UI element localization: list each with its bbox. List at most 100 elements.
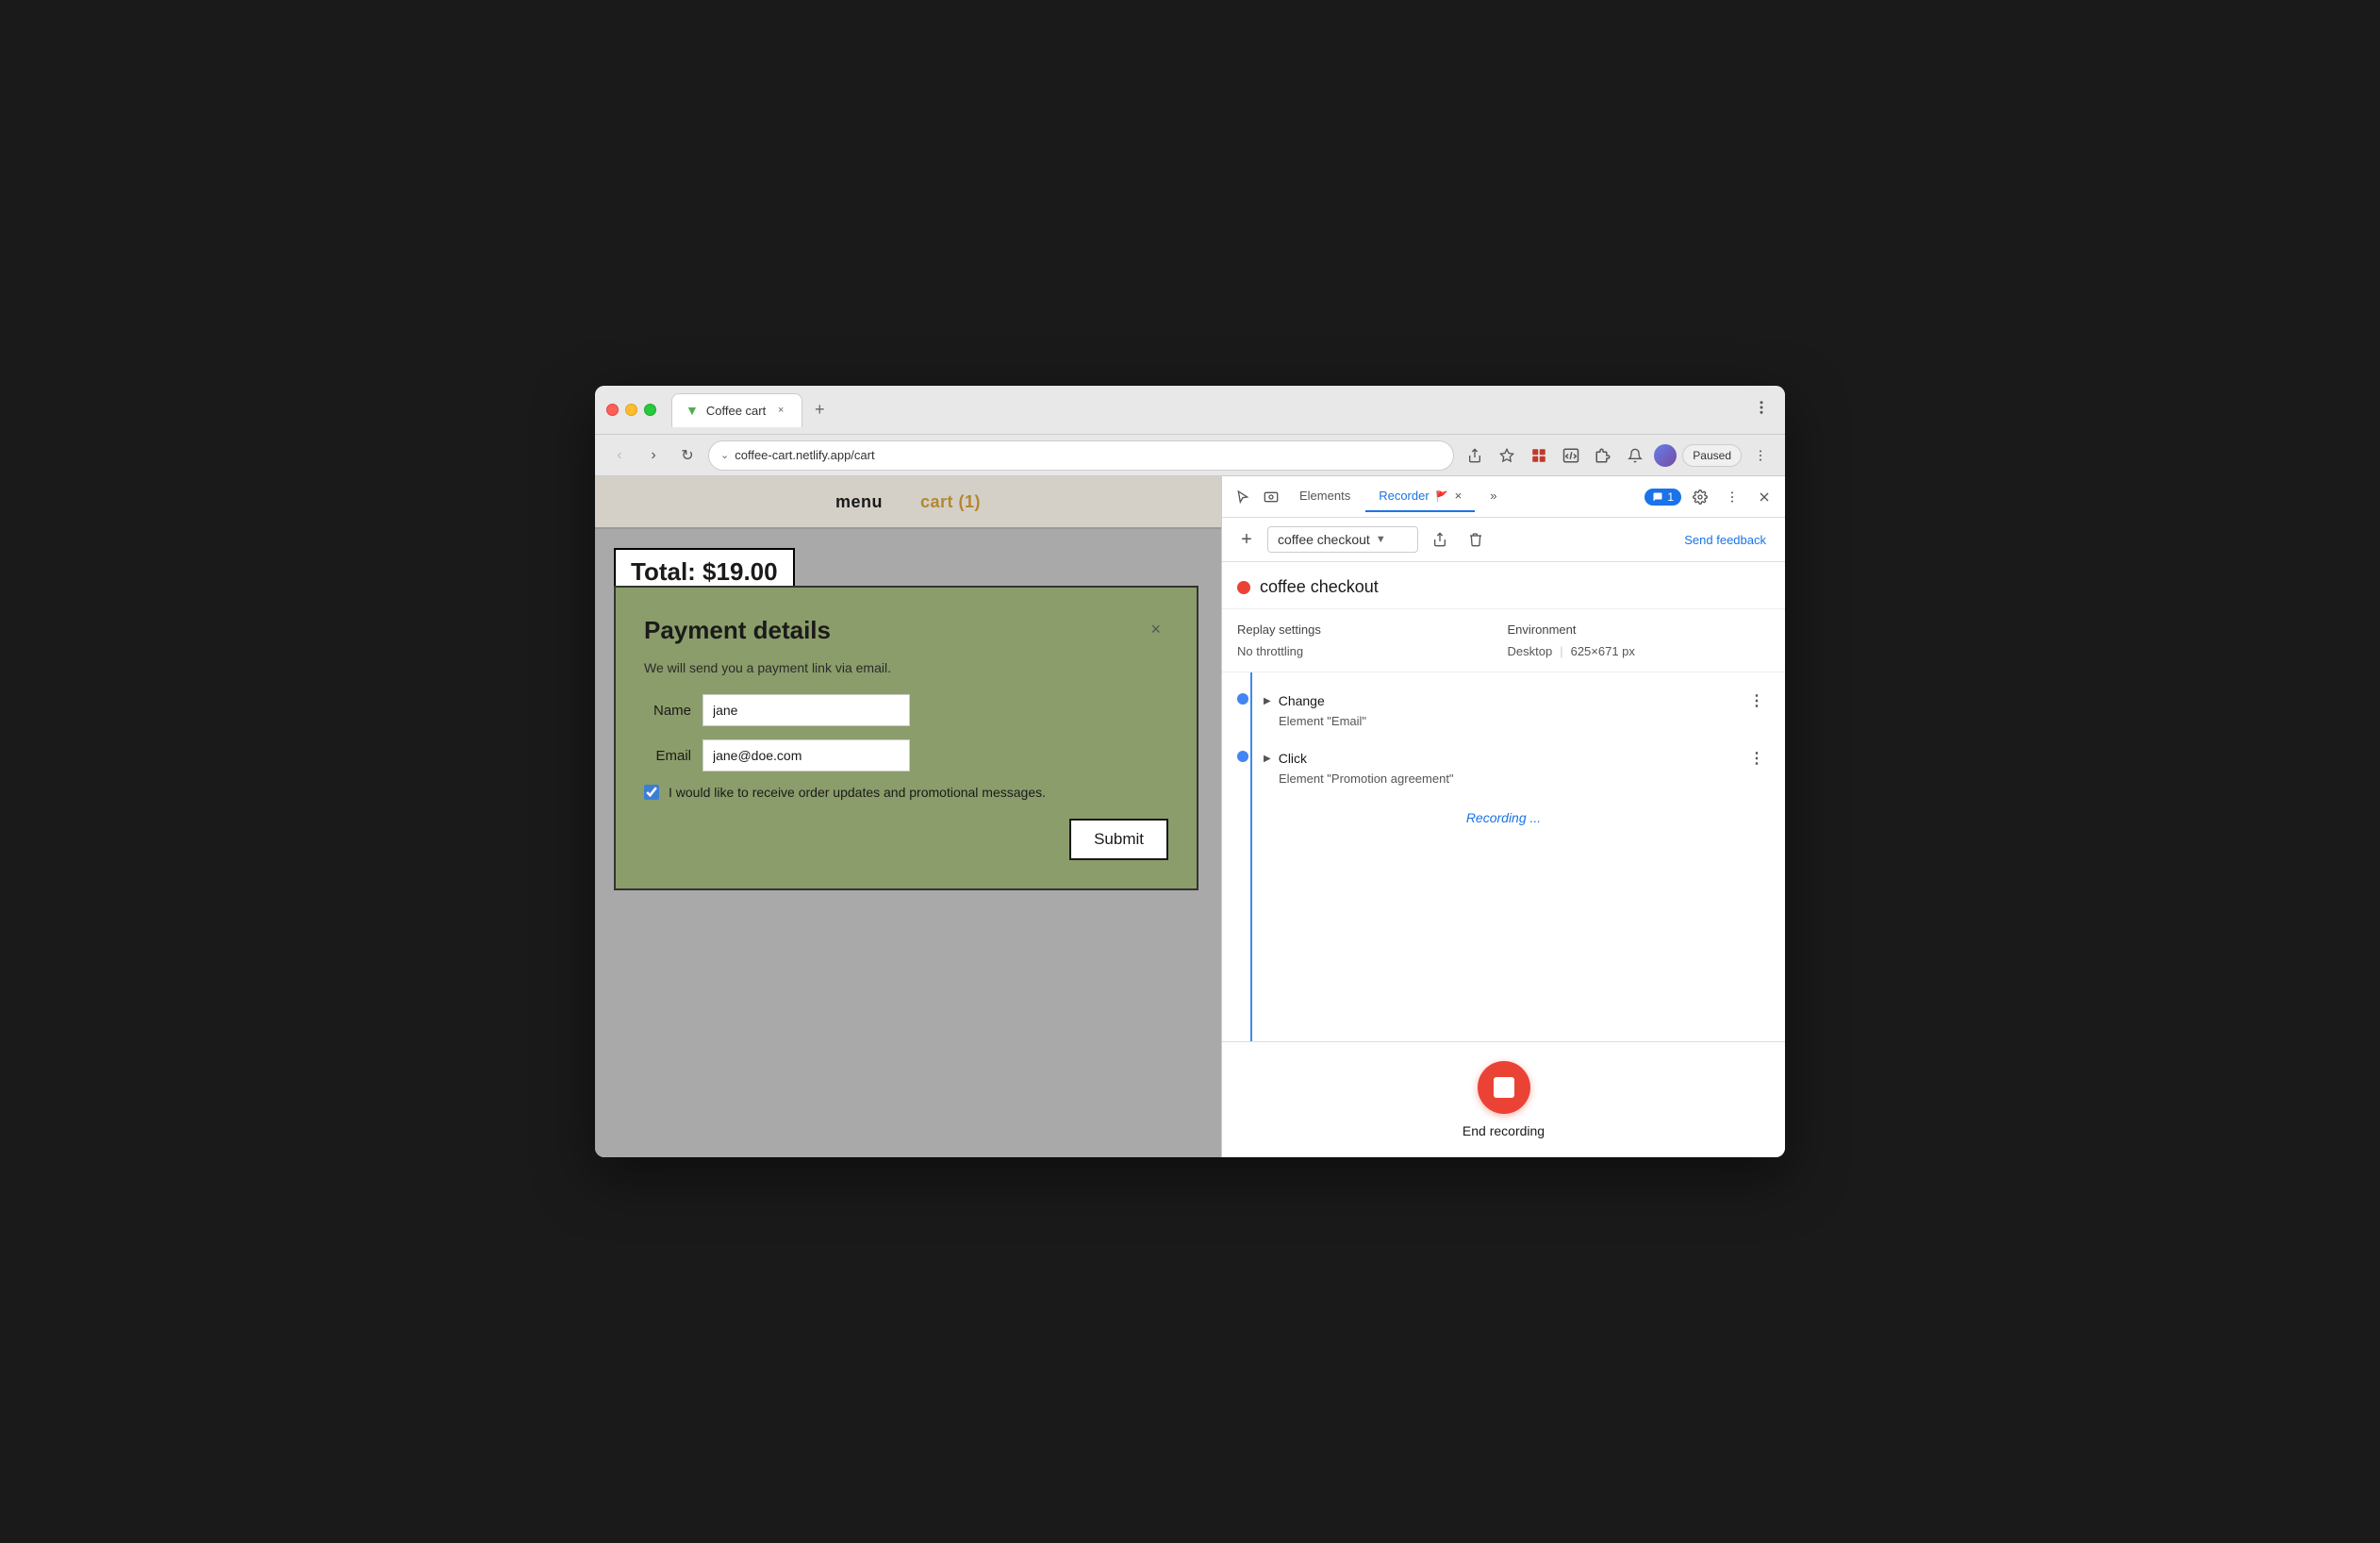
recorder-close-icon[interactable]: × bbox=[1455, 489, 1463, 503]
step-action-click: Click bbox=[1279, 751, 1307, 766]
step-menu-change[interactable]: ⋮ bbox=[1744, 689, 1770, 712]
maximize-window-button[interactable] bbox=[644, 404, 656, 416]
step-description-change: Element "Email" bbox=[1279, 714, 1770, 728]
active-tab[interactable]: ▼ Coffee cart × bbox=[671, 393, 802, 427]
bookmark-icon[interactable] bbox=[1494, 442, 1520, 469]
tab-close-button[interactable]: × bbox=[773, 403, 788, 418]
throttle-value[interactable]: No throttling bbox=[1237, 644, 1500, 658]
submit-button[interactable]: Submit bbox=[1069, 819, 1168, 860]
minimize-window-button[interactable] bbox=[625, 404, 637, 416]
export-recording-button[interactable] bbox=[1426, 525, 1454, 554]
end-recording-label: End recording bbox=[1463, 1123, 1545, 1138]
browser-menu-icon[interactable] bbox=[1747, 442, 1774, 469]
step-expand-change[interactable]: ▶ bbox=[1264, 696, 1271, 706]
extension-icon[interactable] bbox=[1526, 442, 1552, 469]
modal-subtitle: We will send you a payment link via emai… bbox=[644, 660, 1168, 675]
environment-value: Desktop | 625×671 px bbox=[1508, 644, 1771, 658]
browser-window: ▼ Coffee cart × + ‹ › ↻ ⌄ coffee-cart.ne… bbox=[595, 386, 1785, 1157]
recording-status-dot bbox=[1237, 581, 1250, 594]
modal-title: Payment details bbox=[644, 616, 831, 645]
step-menu-click[interactable]: ⋮ bbox=[1744, 747, 1770, 770]
tab-elements[interactable]: Elements bbox=[1286, 481, 1364, 512]
chat-count: 1 bbox=[1667, 490, 1674, 504]
menu-nav-link[interactable]: menu bbox=[835, 492, 883, 512]
environment-label: Environment bbox=[1508, 622, 1771, 637]
name-input[interactable] bbox=[702, 694, 910, 726]
nav-bar: ‹ › ↻ ⌄ coffee-cart.netlify.app/cart bbox=[595, 435, 1785, 476]
cart-nav-link[interactable]: cart (1) bbox=[920, 492, 981, 512]
replay-settings-label: Replay settings bbox=[1237, 622, 1500, 637]
step-content-change: ▶ Change ⋮ Element "Email" bbox=[1264, 689, 1770, 728]
extensions-puzzle-icon[interactable] bbox=[1590, 442, 1616, 469]
paused-label: Paused bbox=[1693, 449, 1731, 462]
browser-settings-icon[interactable] bbox=[1749, 395, 1774, 424]
tab-more[interactable]: » bbox=[1477, 481, 1510, 512]
tab-title: Coffee cart bbox=[706, 404, 766, 418]
step-header-click: ▶ Click ⋮ bbox=[1264, 747, 1770, 770]
recorder-toolbar: + coffee checkout ▼ Send feedback bbox=[1222, 518, 1785, 562]
name-label: Name bbox=[644, 703, 691, 719]
devtools-tabs: Elements Recorder 🚩 × » 1 bbox=[1222, 476, 1785, 518]
recording-title: coffee checkout bbox=[1260, 577, 1379, 597]
promo-checkbox[interactable] bbox=[644, 785, 659, 800]
step-dot-change bbox=[1237, 693, 1248, 705]
step-expand-click[interactable]: ▶ bbox=[1264, 754, 1271, 764]
address-bar[interactable]: ⌄ coffee-cart.netlify.app/cart bbox=[708, 440, 1454, 471]
content-area: menu cart (1) Total: $19.00 Payment deta… bbox=[595, 476, 1785, 1157]
traffic-lights bbox=[606, 404, 656, 416]
page-body: Total: $19.00 Payment details × We will … bbox=[595, 529, 1221, 624]
email-field-row: Email bbox=[644, 739, 1168, 772]
step-item-click: ▶ Click ⋮ Element "Promotion agreement" bbox=[1222, 738, 1785, 795]
devtools-settings-icon[interactable] bbox=[1687, 484, 1713, 510]
devtools-screenshot-icon[interactable] bbox=[1258, 484, 1284, 510]
recording-header: coffee checkout bbox=[1222, 562, 1785, 609]
bell-icon[interactable] bbox=[1622, 442, 1648, 469]
devtools-close-icon[interactable] bbox=[1751, 484, 1777, 510]
devtools-icon[interactable] bbox=[1558, 442, 1584, 469]
paused-badge[interactable]: Paused bbox=[1682, 444, 1742, 467]
end-recording-section: End recording bbox=[1222, 1041, 1785, 1157]
close-window-button[interactable] bbox=[606, 404, 619, 416]
stop-recording-button[interactable] bbox=[1478, 1061, 1530, 1114]
devtools-actions: 1 bbox=[1645, 484, 1777, 510]
tab-bar: ▼ Coffee cart × + bbox=[671, 393, 1742, 427]
modal-close-button[interactable]: × bbox=[1143, 616, 1168, 643]
email-input[interactable] bbox=[702, 739, 910, 772]
tab-recorder[interactable]: Recorder 🚩 × bbox=[1365, 481, 1475, 512]
share-icon[interactable] bbox=[1462, 442, 1488, 469]
promo-checkbox-label: I would like to receive order updates an… bbox=[669, 785, 1046, 800]
send-feedback-button[interactable]: Send feedback bbox=[1677, 529, 1774, 551]
title-bar: ▼ Coffee cart × + bbox=[595, 386, 1785, 435]
payment-modal: Payment details × We will send you a pay… bbox=[614, 586, 1198, 890]
delete-recording-button[interactable] bbox=[1462, 525, 1490, 554]
url-text: coffee-cart.netlify.app/cart bbox=[735, 448, 874, 462]
page-content: menu cart (1) Total: $19.00 Payment deta… bbox=[595, 476, 1221, 1157]
email-label: Email bbox=[644, 748, 691, 764]
tab-favicon: ▼ bbox=[686, 403, 699, 418]
promo-checkbox-row: I would like to receive order updates an… bbox=[644, 785, 1168, 800]
devtools-more-icon[interactable] bbox=[1719, 484, 1745, 510]
profile-avatar[interactable] bbox=[1654, 444, 1677, 467]
new-tab-button[interactable]: + bbox=[806, 397, 833, 423]
recording-select-label: coffee checkout bbox=[1278, 532, 1370, 547]
step-dot-click bbox=[1237, 751, 1248, 762]
recording-select[interactable]: coffee checkout ▼ bbox=[1267, 526, 1418, 553]
step-item: ▶ Change ⋮ Element "Email" bbox=[1222, 680, 1785, 738]
devtools-panel: Elements Recorder 🚩 × » 1 bbox=[1221, 476, 1785, 1157]
devtools-cursor-icon[interactable] bbox=[1230, 484, 1256, 510]
refresh-button[interactable]: ↻ bbox=[674, 442, 701, 469]
chat-badge[interactable]: 1 bbox=[1645, 489, 1681, 506]
recording-steps: ▶ Change ⋮ Element "Email" ▶ Click bbox=[1222, 672, 1785, 1041]
page-header: menu cart (1) bbox=[595, 476, 1221, 529]
stop-icon bbox=[1494, 1077, 1514, 1098]
forward-button[interactable]: › bbox=[640, 442, 667, 469]
recording-status: Recording ... bbox=[1222, 795, 1785, 840]
back-button[interactable]: ‹ bbox=[606, 442, 633, 469]
step-header-change: ▶ Change ⋮ bbox=[1264, 689, 1770, 712]
step-description-click: Element "Promotion agreement" bbox=[1279, 772, 1770, 786]
add-recording-button[interactable]: + bbox=[1233, 526, 1260, 553]
recorder-badge-icon: 🚩 bbox=[1435, 491, 1448, 503]
modal-header: Payment details × bbox=[644, 616, 1168, 645]
settings-section: Replay settings Environment No throttlin… bbox=[1222, 609, 1785, 672]
step-action-change: Change bbox=[1279, 693, 1325, 708]
